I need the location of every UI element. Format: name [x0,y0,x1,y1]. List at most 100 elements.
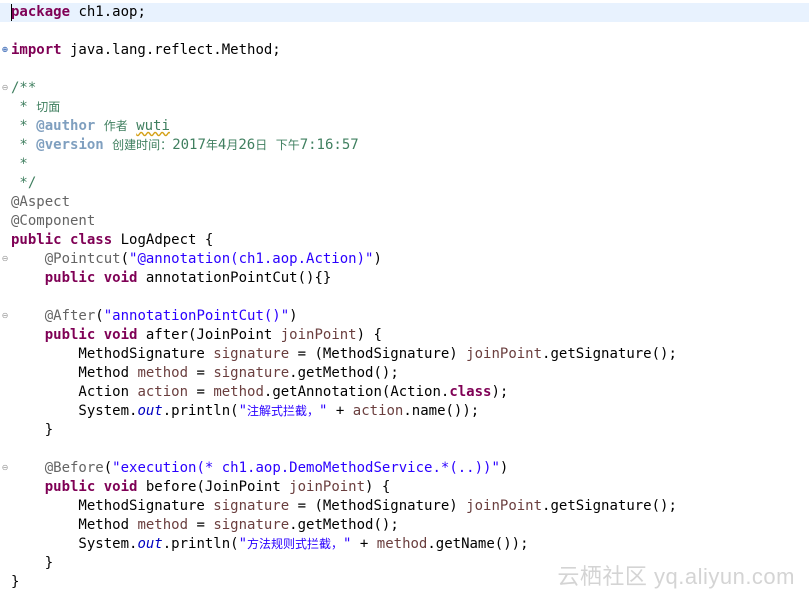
code-token: @After [44,308,96,324]
code-token: Method [11,517,138,533]
code-token: = [188,365,214,381]
code-line[interactable]: * 切面 [0,98,809,117]
code-line[interactable]: * @author 作者 wuti [0,117,809,136]
code-line[interactable]: package ch1.aop; [0,3,809,22]
code-line[interactable]: Method method = signature.getMethod(); [0,364,809,383]
code-token: method [137,517,189,533]
code-token: .getSignature(); [542,498,677,514]
code-line[interactable] [0,60,809,79]
code-token: public [44,327,96,343]
code-token: ) { [356,327,382,343]
code-token: .getName()); [427,536,529,552]
code-token: .getMethod(); [289,365,399,381]
code-token: ( [103,460,113,476]
code-token: "方法规则式拦截，" [238,536,352,552]
code-token: * [11,156,28,172]
code-token: joinPoint [280,327,357,343]
text-cursor [11,4,12,21]
code-token: @Before [44,460,104,476]
collapse-fold-icon[interactable]: ⊖ [1,84,9,92]
code-text: Action action = method.getAnnotation(Act… [11,383,508,402]
code-line[interactable]: */ [0,174,809,193]
code-line[interactable]: public void annotationPointCut(){} [0,269,809,288]
code-token: method [376,536,428,552]
code-line[interactable]: ⊖ @Before("execution(* ch1.aop.DemoMetho… [0,459,809,478]
code-line[interactable]: System.out.println("方法规则式拦截，" + method.g… [0,535,809,554]
code-token: System. [11,403,138,419]
code-token: class [70,232,113,248]
code-editor[interactable]: package ch1.aop; ⊕ import java.lang.reflec… [0,0,809,599]
code-line[interactable]: System.out.println("注解式拦截，" + action.nam… [0,402,809,421]
code-token: out [137,536,163,552]
code-line[interactable]: ⊖ @After("annotationPointCut()") [0,307,809,326]
code-text: @Pointcut("@annotation(ch1.aop.Action)") [11,250,382,269]
code-text: } [11,554,53,573]
code-token: @Aspect [11,194,71,210]
code-token: = [188,384,214,400]
watermark: 云栖社区 yq.aliyun.com [557,564,795,589]
code-token: method [213,384,264,400]
code-text: @Before("execution(* ch1.aop.DemoMethodS… [11,459,509,478]
code-line[interactable]: public void after(JoinPoint joinPoint) { [0,326,809,345]
code-line[interactable]: public void before(JoinPoint joinPoint) … [0,478,809,497]
code-text: MethodSignature signature = (MethodSigna… [11,345,677,364]
code-line[interactable]: ⊕ import java.lang.reflect.Method; [0,41,809,60]
code-line[interactable] [0,288,809,307]
code-line[interactable]: ⊖/** [0,79,809,98]
code-line[interactable]: ⊖ @Pointcut("@annotation(ch1.aop.Action)… [0,250,809,269]
code-token: signature [213,346,290,362]
code-text: MethodSignature signature = (MethodSigna… [11,497,677,516]
code-token: signature [213,517,290,533]
code-token: action [352,403,404,419]
code-line[interactable]: * [0,155,809,174]
code-token: package [11,4,71,20]
code-token: @Pointcut [44,251,121,267]
code-token: method [137,365,189,381]
code-line[interactable]: Method method = signature.getMethod(); [0,516,809,535]
code-line[interactable]: @Aspect [0,193,809,212]
code-token: ); [491,384,509,400]
code-token: = (MethodSignature) [289,498,467,514]
code-token: + [327,403,353,419]
code-line[interactable]: } [0,421,809,440]
code-token: .println( [162,536,239,552]
code-token: .getSignature(); [542,346,677,362]
code-token: Method [11,365,138,381]
code-token: public [44,479,96,495]
collapse-fold-icon[interactable]: ⊖ [1,255,9,263]
code-text: @After("annotationPointCut()") [11,307,298,326]
code-token: out [137,403,163,419]
code-line[interactable] [0,440,809,459]
code-text: /** [11,79,36,98]
code-token: signature [213,498,290,514]
expand-fold-icon[interactable]: ⊕ [1,46,9,54]
code-text: * @version 创建时间：2017年4月26日 下午7:16:57 [11,136,358,155]
code-token: ( [95,308,104,324]
code-text: * 切面 [11,98,60,117]
code-line[interactable]: @Component [0,212,809,231]
code-text: public void before(JoinPoint joinPoint) … [11,478,391,497]
code-token: void [103,479,138,495]
code-token: = (MethodSignature) [289,346,467,362]
code-token: .name()); [403,403,480,419]
code-token: joinPoint [466,346,543,362]
code-token: MethodSignature [11,346,214,362]
code-line[interactable]: * @version 创建时间：2017年4月26日 下午7:16:57 [0,136,809,155]
code-token: LogAdpect { [112,232,214,248]
code-line[interactable] [0,22,809,41]
code-text: import java.lang.reflect.Method; [11,41,281,60]
code-line[interactable]: Action action = method.getAnnotation(Act… [0,383,809,402]
collapse-fold-icon[interactable]: ⊖ [1,312,9,320]
code-line[interactable]: public class LogAdpect { [0,231,809,250]
collapse-fold-icon[interactable]: ⊖ [1,464,9,472]
code-token: = [188,517,214,533]
code-line[interactable]: MethodSignature signature = (MethodSigna… [0,345,809,364]
code-token: ) [289,308,298,324]
code-token: * [11,137,37,153]
code-text: @Aspect [11,193,70,212]
code-line[interactable]: MethodSignature signature = (MethodSigna… [0,497,809,516]
